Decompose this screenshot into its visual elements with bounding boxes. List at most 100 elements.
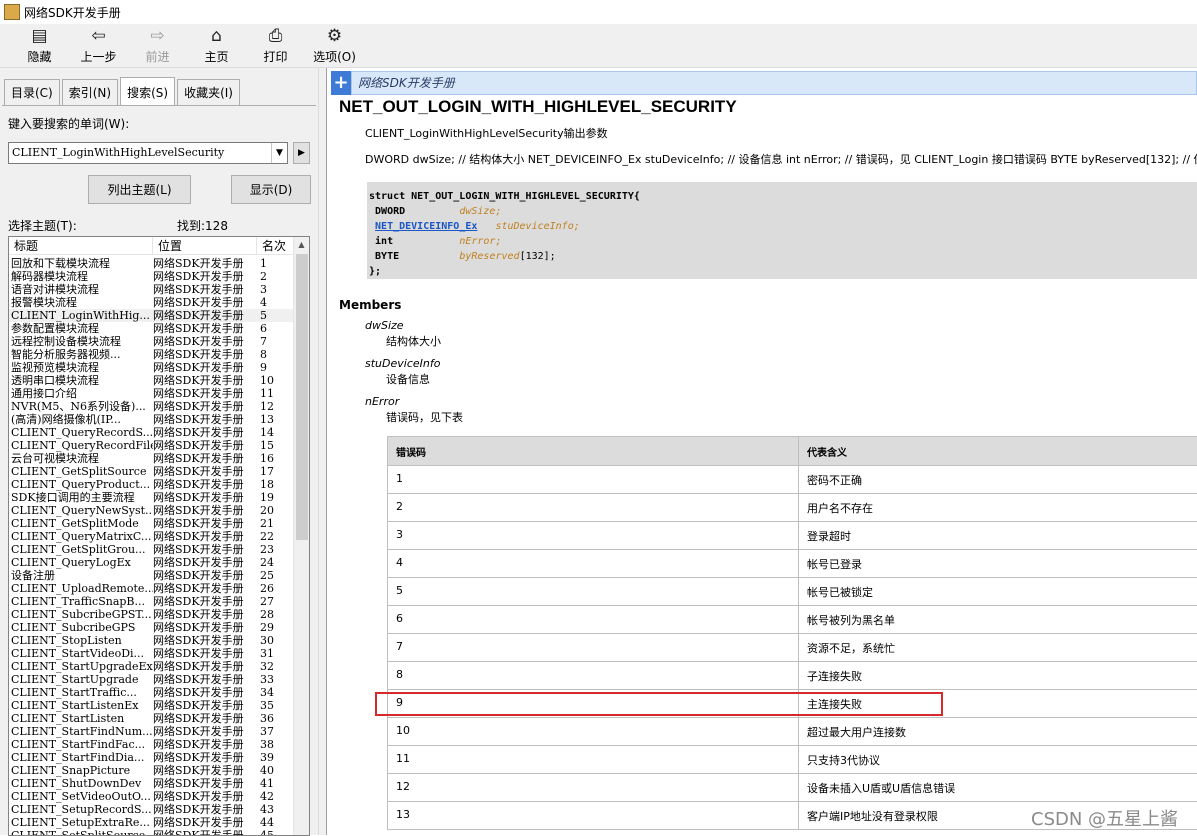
list-item[interactable]: CLIENT_UploadRemote...网络SDK开发手册26 xyxy=(9,582,295,595)
list-item[interactable]: 智能分析服务器视频...网络SDK开发手册8 xyxy=(9,348,295,361)
list-item[interactable]: CLIENT_QueryRecordS...网络SDK开发手册14 xyxy=(9,426,295,439)
list-item[interactable]: CLIENT_SetupExtraRe...网络SDK开发手册44 xyxy=(9,816,295,829)
result-rank: 18 xyxy=(257,478,295,491)
list-item[interactable]: 报警模块流程网络SDK开发手册4 xyxy=(9,296,295,309)
result-rank: 33 xyxy=(257,673,295,686)
list-item[interactable]: CLIENT_ShutDownDev网络SDK开发手册41 xyxy=(9,777,295,790)
result-rank: 41 xyxy=(257,777,295,790)
table-row: 12设备未插入U盾或U盾信息错误 xyxy=(388,774,1197,802)
list-item[interactable]: CLIENT_QueryRecordFile网络SDK开发手册15 xyxy=(9,439,295,452)
dropdown-arrow-icon[interactable]: ▼ xyxy=(271,143,287,163)
hide-button[interactable]: ▤ 隐藏 xyxy=(10,24,69,68)
list-item[interactable]: 参数配置模块流程网络SDK开发手册6 xyxy=(9,322,295,335)
list-item[interactable]: CLIENT_QueryProduct...网络SDK开发手册18 xyxy=(9,478,295,491)
pane-splitter[interactable] xyxy=(318,68,327,835)
list-item[interactable]: CLIENT_GetSplitMode网络SDK开发手册21 xyxy=(9,517,295,530)
list-item[interactable]: CLIENT_GetSplitSource网络SDK开发手册17 xyxy=(9,465,295,478)
results-scrollbar[interactable]: ▲ xyxy=(293,237,309,836)
tab-search[interactable]: 搜索(S) xyxy=(120,77,175,106)
forward-button[interactable]: ⇨ 前进 xyxy=(128,24,187,68)
search-go-button[interactable]: ▶ xyxy=(293,142,310,164)
list-item[interactable]: CLIENT_StartListenEx网络SDK开发手册35 xyxy=(9,699,295,712)
list-item[interactable]: 通用接口介绍网络SDK开发手册11 xyxy=(9,387,295,400)
column-rank[interactable]: 名次 xyxy=(257,237,295,255)
list-item[interactable]: CLIENT_StartFindDia...网络SDK开发手册39 xyxy=(9,751,295,764)
list-topics-button[interactable]: 列出主题(L) xyxy=(88,175,191,204)
list-item[interactable]: CLIENT_TrafficSnapB...网络SDK开发手册27 xyxy=(9,595,295,608)
list-item[interactable]: CLIENT_StartFindNum...网络SDK开发手册37 xyxy=(9,725,295,738)
result-title: CLIENT_StartTraffic... xyxy=(9,686,153,699)
toolbar: ▤ 隐藏 ⇦ 上一步 ⇨ 前进 ⌂ 主页 ⎙ 打印 ⚙ 选项(O) xyxy=(0,24,1197,68)
result-title: 参数配置模块流程 xyxy=(9,322,153,335)
result-location: 网络SDK开发手册 xyxy=(153,439,257,452)
list-item[interactable]: CLIENT_StartUpgrade网络SDK开发手册33 xyxy=(9,673,295,686)
search-input[interactable]: CLIENT_LoginWithHighLevelSecurity ▼ xyxy=(8,142,288,164)
list-item[interactable]: 解码器模块流程网络SDK开发手册2 xyxy=(9,270,295,283)
meaning-cell: 帐号被列为黑名单 xyxy=(799,606,1197,634)
column-title[interactable]: 标题 xyxy=(9,237,153,255)
list-item[interactable]: CLIENT_QueryLogEx网络SDK开发手册24 xyxy=(9,556,295,569)
list-item[interactable]: CLIENT_StartListen网络SDK开发手册36 xyxy=(9,712,295,725)
print-button[interactable]: ⎙ 打印 xyxy=(246,24,305,68)
list-item[interactable]: 透明串口模块流程网络SDK开发手册10 xyxy=(9,374,295,387)
banner-title: 网络SDK开发手册 xyxy=(351,71,1197,95)
options-button[interactable]: ⚙ 选项(O) xyxy=(305,24,364,68)
list-item[interactable]: CLIENT_SetupRecordS...网络SDK开发手册43 xyxy=(9,803,295,816)
error-code-cell: 13 xyxy=(388,802,799,830)
result-location: 网络SDK开发手册 xyxy=(153,660,257,673)
list-item[interactable]: CLIENT_GetSplitGrou...网络SDK开发手册23 xyxy=(9,543,295,556)
list-item[interactable]: CLIENT_SubcribeGPS网络SDK开发手册29 xyxy=(9,621,295,634)
back-button[interactable]: ⇦ 上一步 xyxy=(69,24,128,68)
list-item[interactable]: CLIENT_StartTraffic...网络SDK开发手册34 xyxy=(9,686,295,699)
list-item[interactable]: 回放和下载模块流程网络SDK开发手册1 xyxy=(9,257,295,270)
meaning-cell: 帐号已登录 xyxy=(799,550,1197,578)
result-title: CLIENT_StartVideoDi... xyxy=(9,647,153,660)
tab-contents[interactable]: 目录(C) xyxy=(4,79,60,105)
list-item[interactable]: CLIENT_LoginWithHig...网络SDK开发手册5 xyxy=(9,309,295,322)
list-item[interactable]: NVR(M5、N6系列设备)...网络SDK开发手册12 xyxy=(9,400,295,413)
list-item[interactable]: (高清)网络摄像机(IP...网络SDK开发手册13 xyxy=(9,413,295,426)
code-type-deviceinfo-link[interactable]: NET_DEVICEINFO_Ex xyxy=(375,221,477,232)
result-rank: 40 xyxy=(257,764,295,777)
column-location[interactable]: 位置 xyxy=(153,237,257,255)
list-item[interactable]: CLIENT_StartUpgradeEx网络SDK开发手册32 xyxy=(9,660,295,673)
result-rank: 11 xyxy=(257,387,295,400)
home-button[interactable]: ⌂ 主页 xyxy=(187,24,246,68)
result-title: CLIENT_QueryRecordFile xyxy=(9,439,153,452)
list-item[interactable]: 远程控制设备模块流程网络SDK开发手册7 xyxy=(9,335,295,348)
navigation-pane: 目录(C) 索引(N) 搜索(S) 收藏夹(I) 键入要搜索的单词(W): CL… xyxy=(0,68,318,835)
tab-index[interactable]: 索引(N) xyxy=(62,79,118,105)
tab-favorites[interactable]: 收藏夹(I) xyxy=(177,79,240,105)
meaning-cell: 帐号已被锁定 xyxy=(799,578,1197,606)
result-title: 远程控制设备模块流程 xyxy=(9,335,153,348)
scroll-thumb[interactable] xyxy=(296,254,308,540)
result-title: CLIENT_SetupRecordS... xyxy=(9,803,153,816)
result-location: 网络SDK开发手册 xyxy=(153,322,257,335)
list-item[interactable]: CLIENT_QueryMatrixC...网络SDK开发手册22 xyxy=(9,530,295,543)
result-location: 网络SDK开发手册 xyxy=(153,764,257,777)
list-item[interactable]: CLIENT_SetVideoOutO...网络SDK开发手册42 xyxy=(9,790,295,803)
print-label: 打印 xyxy=(263,48,287,65)
list-item[interactable]: SDK接口调用的主要流程网络SDK开发手册19 xyxy=(9,491,295,504)
table-row: 6帐号被列为黑名单 xyxy=(388,606,1197,634)
list-item[interactable]: CLIENT_StopListen网络SDK开发手册30 xyxy=(9,634,295,647)
expand-plus-icon[interactable]: + xyxy=(331,71,351,95)
list-item[interactable]: CLIENT_QueryNewSyst...网络SDK开发手册20 xyxy=(9,504,295,517)
result-location: 网络SDK开发手册 xyxy=(153,556,257,569)
list-item[interactable]: 监视预览模块流程网络SDK开发手册9 xyxy=(9,361,295,374)
list-item[interactable]: 语音对讲模块流程网络SDK开发手册3 xyxy=(9,283,295,296)
page-title: NET_OUT_LOGIN_WITH_HIGHLEVEL_SECURITY xyxy=(339,97,737,117)
scroll-up-icon[interactable]: ▲ xyxy=(294,237,309,253)
list-item[interactable]: CLIENT_SubcribeGPST...网络SDK开发手册28 xyxy=(9,608,295,621)
list-item[interactable]: 设备注册网络SDK开发手册25 xyxy=(9,569,295,582)
result-rank: 44 xyxy=(257,816,295,829)
list-item[interactable]: 云台可视模块流程网络SDK开发手册16 xyxy=(9,452,295,465)
home-label: 主页 xyxy=(204,48,228,65)
result-location: 网络SDK开发手册 xyxy=(153,790,257,803)
results-list[interactable]: 标题 位置 名次 回放和下载模块流程网络SDK开发手册1解码器模块流程网络SDK… xyxy=(8,236,310,836)
display-button[interactable]: 显示(D) xyxy=(231,175,311,204)
list-item[interactable]: CLIENT_StartVideoDi...网络SDK开发手册31 xyxy=(9,647,295,660)
table-row: 2用户名不存在 xyxy=(388,494,1197,522)
list-item[interactable]: CLIENT_StartFindFac...网络SDK开发手册38 xyxy=(9,738,295,751)
list-item[interactable]: CLIENT_SnapPicture网络SDK开发手册40 xyxy=(9,764,295,777)
